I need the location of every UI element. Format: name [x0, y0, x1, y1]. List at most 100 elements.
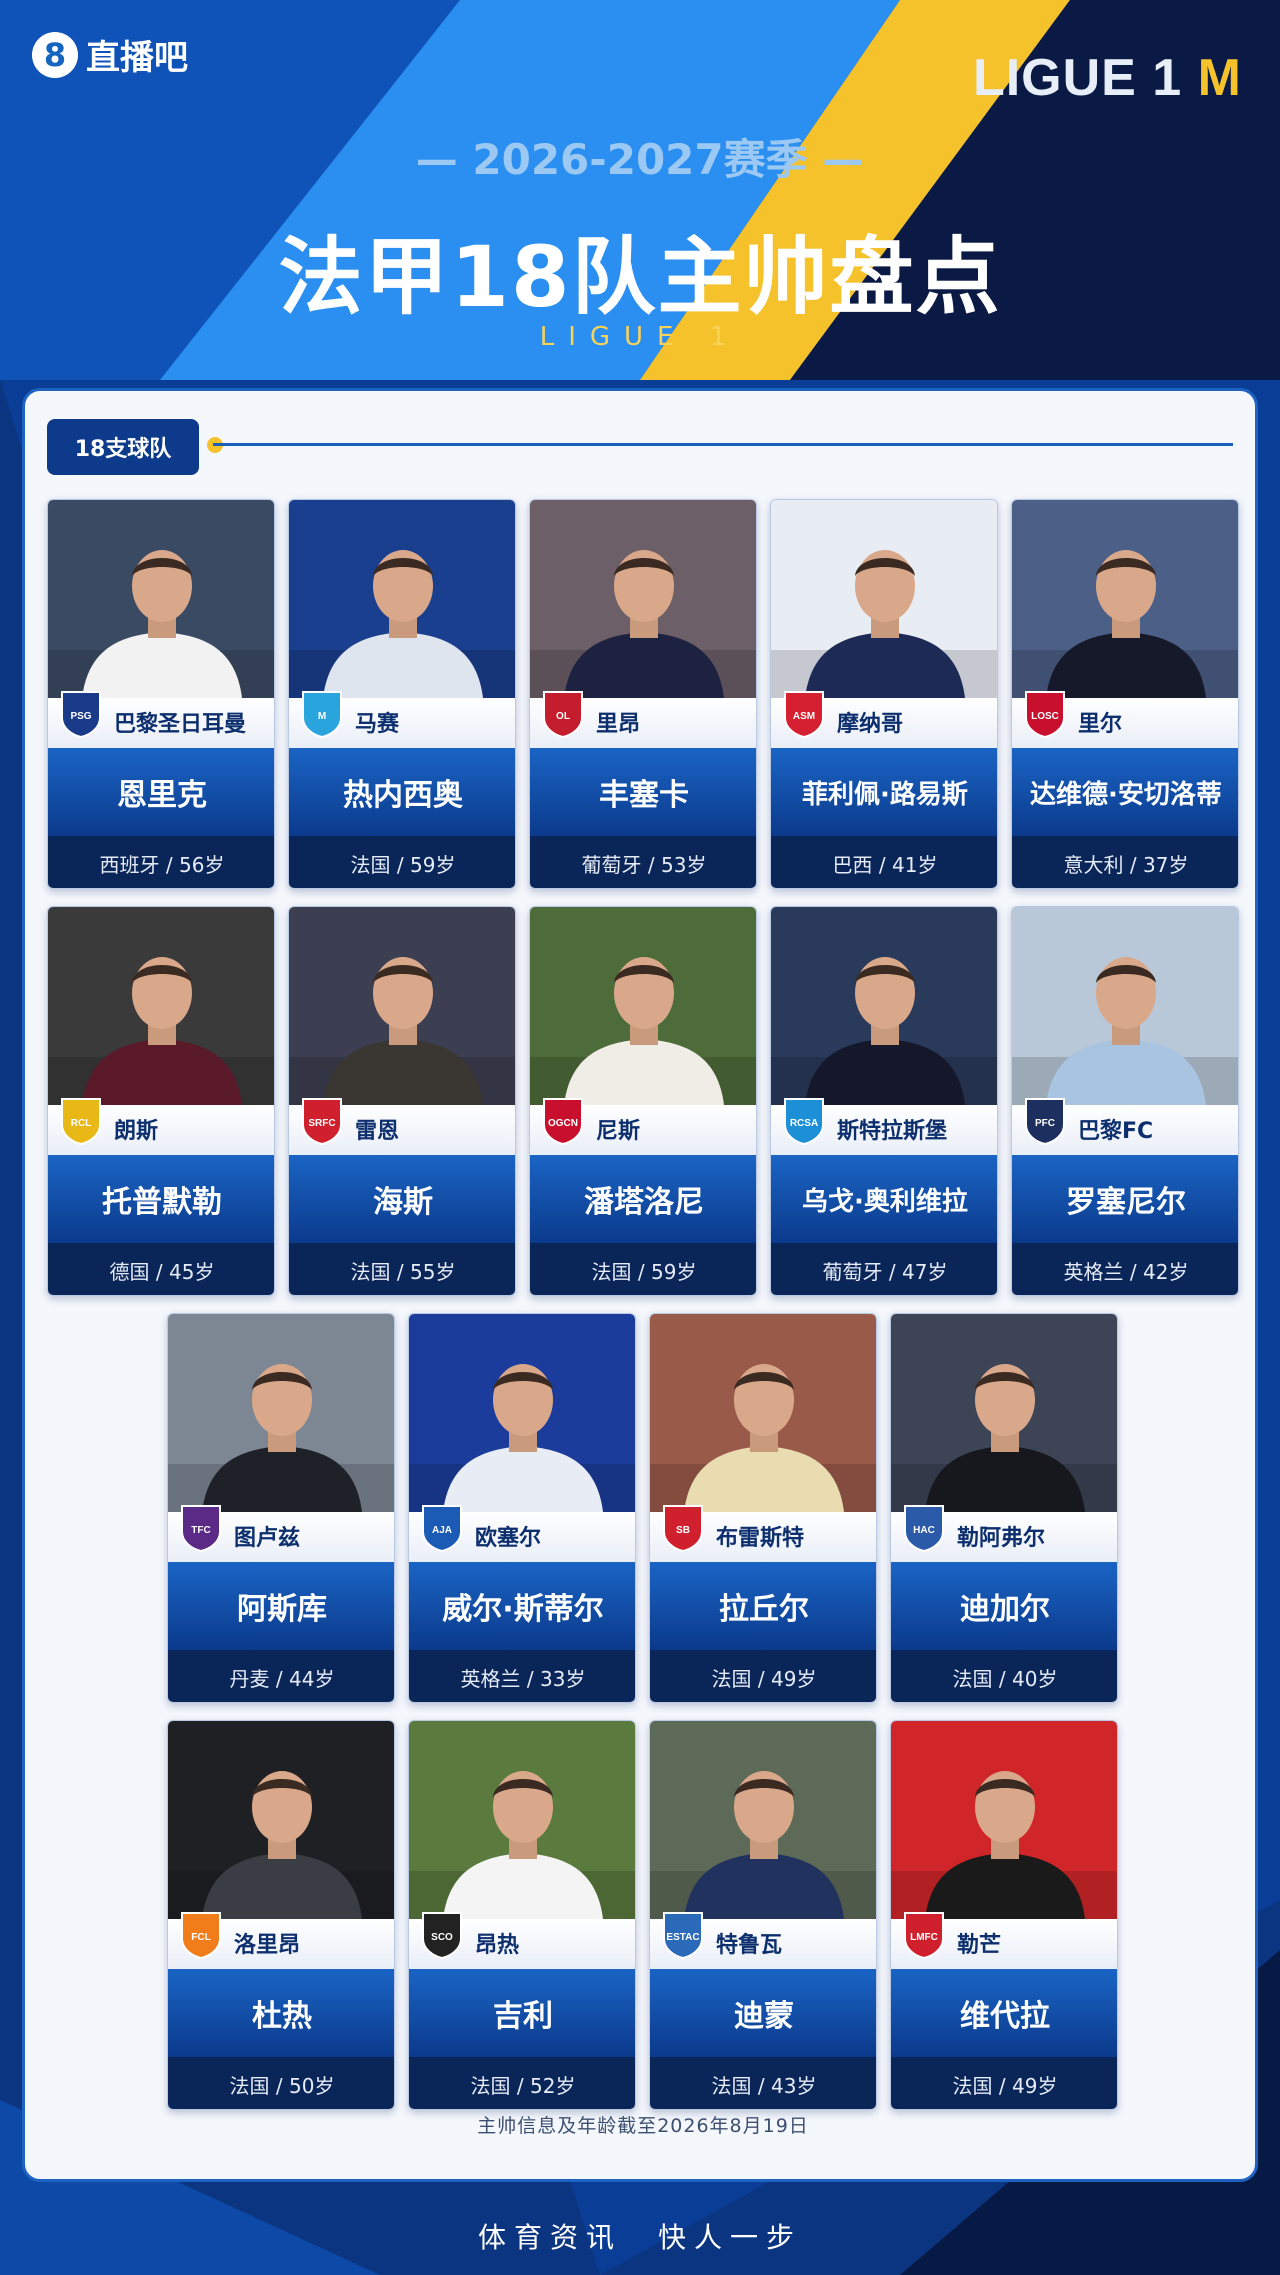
club-name: 摩纳哥 — [837, 712, 904, 737]
coach-card: RCL 朗斯 托普默勒 德国 / 45岁 — [47, 906, 275, 1296]
coach-name: 维代拉 — [891, 1969, 1117, 2057]
coach-card: SB 布雷斯特拉丘尔 法国 / 49岁 — [649, 1313, 877, 1703]
coach-card: ASM 摩纳哥菲利佩·路易斯 巴西 / 41岁 — [770, 499, 998, 889]
club-badge-icon: AJA — [422, 1505, 462, 1552]
coach-card: ESTAC 特鲁瓦 迪蒙 法国 / 43岁 — [649, 1720, 877, 2110]
club-name: 巴黎FC — [1078, 1119, 1154, 1144]
club-name: 布雷斯特 — [716, 1526, 805, 1551]
club-badge-icon: ESTAC — [663, 1912, 703, 1959]
badge-text: SB — [676, 1525, 690, 1536]
club-badge-icon: HAC — [904, 1505, 944, 1552]
coach-name: 菲利佩·路易斯 — [771, 748, 997, 836]
coach-card: M 马赛 热内西奥 法国 / 59岁 — [288, 499, 516, 889]
club-name: 昂热 — [475, 1933, 520, 1958]
coach-info: 巴西 / 41岁 — [771, 836, 997, 888]
coach-photo — [650, 1721, 876, 1919]
coach-name: 乌戈·奥利维拉 — [771, 1155, 997, 1243]
coach-photo — [409, 1314, 635, 1512]
coach-name: 达维德·安切洛蒂 — [1012, 748, 1238, 836]
badge-text: ESTAC — [666, 1932, 699, 1943]
coach-card: HAC 勒阿弗尔 迪加尔 法国 / 40岁 — [890, 1313, 1118, 1703]
badge-text: PSG — [70, 711, 91, 722]
coach-photo — [168, 1721, 394, 1919]
coach-name: 恩里克 — [48, 748, 274, 836]
club-badge-icon: PFC — [1025, 1098, 1065, 1145]
club-badge-icon: OGCN — [543, 1098, 583, 1145]
section-divider — [213, 443, 1233, 446]
coach-photo — [168, 1314, 394, 1512]
club-badge-icon: FCL — [181, 1912, 221, 1959]
coach-card: LOSC 里尔达维德·安切洛蒂 意大利 / 37岁 — [1011, 499, 1239, 889]
coach-photo — [891, 1721, 1117, 1919]
coach-info: 法国 / 55岁 — [289, 1243, 515, 1295]
club-name: 洛里昂 — [234, 1933, 301, 1958]
club-badge-icon: M — [302, 691, 342, 738]
club-name: 斯特拉斯堡 — [837, 1119, 948, 1144]
coach-info: 意大利 / 37岁 — [1012, 836, 1238, 888]
coach-card: PSG 巴黎圣日耳曼 恩里克 西班牙 / 56岁 — [47, 499, 275, 889]
club-name: 里昂 — [596, 712, 641, 737]
coach-info: 法国 / 59岁 — [530, 1243, 756, 1295]
badge-text: LMFC — [910, 1932, 938, 1943]
coach-card: PFC 巴黎FC 罗塞尼尔 英格兰 / 42岁 — [1011, 906, 1239, 1296]
club-badge-icon: RCL — [61, 1098, 101, 1145]
badge-text: OL — [556, 711, 570, 722]
club-badge-icon: SRFC — [302, 1098, 342, 1145]
club-name: 朗斯 — [114, 1119, 159, 1144]
coach-name: 威尔·斯蒂尔 — [409, 1562, 635, 1650]
page-subtitle: LIGUE 1 — [539, 322, 741, 352]
club-name: 欧塞尔 — [475, 1526, 542, 1551]
badge-text: LOSC — [1031, 711, 1059, 722]
club-badge-icon: OL — [543, 691, 583, 738]
club-name: 马赛 — [355, 712, 400, 737]
badge-text: FCL — [191, 1932, 210, 1943]
coach-name: 拉丘尔 — [650, 1562, 876, 1650]
coach-name: 迪蒙 — [650, 1969, 876, 2057]
club-name: 里尔 — [1078, 712, 1123, 737]
page-title: 法甲18队主帅盘点 — [278, 228, 1002, 326]
brand-logo: 8 直播吧 — [32, 30, 188, 79]
coach-photo — [530, 907, 756, 1105]
club-badge-icon: SB — [663, 1505, 703, 1552]
coach-info: 丹麦 / 44岁 — [168, 1650, 394, 1702]
coach-photo — [771, 907, 997, 1105]
badge-text: SCO — [431, 1932, 453, 1943]
league-logo-text: LIGUE 1 — [972, 49, 1183, 107]
club-badge-icon: RCSA — [784, 1098, 824, 1145]
club-badge-icon: TFC — [181, 1505, 221, 1552]
coach-card: TFC 图卢兹 阿斯库 丹麦 / 44岁 — [167, 1313, 395, 1703]
coach-info: 法国 / 43岁 — [650, 2057, 876, 2109]
badge-text: AJA — [432, 1525, 452, 1536]
coach-card: OL 里昂 丰塞卡 葡萄牙 / 53岁 — [529, 499, 757, 889]
coach-name: 海斯 — [289, 1155, 515, 1243]
club-badge-icon: SCO — [422, 1912, 462, 1959]
coach-photo — [289, 907, 515, 1105]
club-name: 勒芒 — [957, 1933, 1002, 1958]
coach-info: 法国 / 52岁 — [409, 2057, 635, 2109]
coach-info: 法国 / 59岁 — [289, 836, 515, 888]
coach-photo — [1012, 907, 1238, 1105]
club-badge-icon: LOSC — [1025, 691, 1065, 738]
badge-text: M — [318, 711, 326, 722]
coach-card: FCL 洛里昂 杜热 法国 / 50岁 — [167, 1720, 395, 2110]
coach-card: SRFC 雷恩 海斯 法国 / 55岁 — [288, 906, 516, 1296]
coach-card: AJA 欧塞尔 威尔·斯蒂尔 英格兰 / 33岁 — [408, 1313, 636, 1703]
coach-info: 法国 / 50岁 — [168, 2057, 394, 2109]
coach-info: 法国 / 40岁 — [891, 1650, 1117, 1702]
club-name: 图卢兹 — [234, 1526, 301, 1551]
league-logo: LIGUE 1 M — [973, 48, 1242, 108]
coach-info: 西班牙 / 56岁 — [48, 836, 274, 888]
coach-card: RCSA 斯特拉斯堡 乌戈·奥利维拉 葡萄牙 / 47岁 — [770, 906, 998, 1296]
coach-photo — [650, 1314, 876, 1512]
coach-photo — [289, 500, 515, 698]
coach-card: LMFC 勒芒 维代拉 法国 / 49岁 — [890, 1720, 1118, 2110]
coach-photo — [771, 500, 997, 698]
coach-name: 托普默勒 — [48, 1155, 274, 1243]
club-badge-icon: ASM — [784, 691, 824, 738]
badge-text: TFC — [191, 1525, 210, 1536]
badge-text: RCSA — [790, 1118, 818, 1129]
badge-text: OGCN — [548, 1118, 578, 1129]
coach-name: 潘塔洛尼 — [530, 1155, 756, 1243]
season-label: — 2026-2027赛季 — — [415, 135, 865, 184]
coach-info: 法国 / 49岁 — [650, 1650, 876, 1702]
